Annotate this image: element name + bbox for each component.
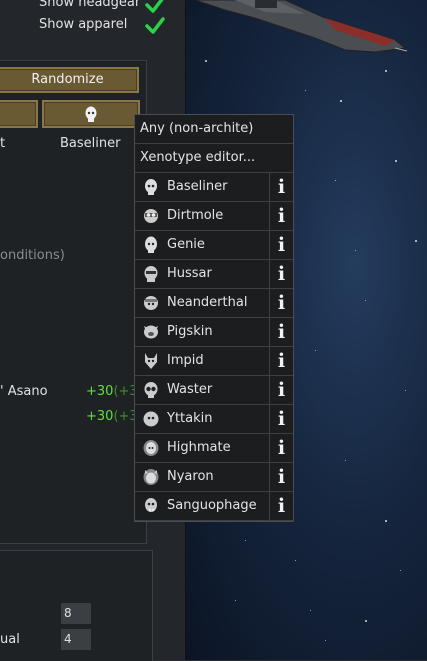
neanderthal-icon bbox=[144, 296, 158, 310]
info-icon[interactable]: i bbox=[269, 376, 293, 404]
xenotype-name: Nyaron bbox=[167, 469, 214, 484]
xenotype-name: Yttakin bbox=[167, 411, 213, 426]
info-icon[interactable]: i bbox=[269, 434, 293, 462]
nyaron-icon bbox=[143, 469, 159, 485]
pawn-details-box bbox=[0, 60, 147, 544]
menu-item-any-non-archite[interactable]: Any (non-archite) bbox=[135, 115, 293, 144]
info-icon[interactable]: i bbox=[269, 202, 293, 230]
star bbox=[405, 390, 406, 391]
star bbox=[415, 240, 417, 242]
menu-item-xenotype-editor[interactable]: Xenotype editor... bbox=[135, 144, 293, 173]
star bbox=[345, 460, 346, 461]
pigskin-icon bbox=[144, 325, 158, 339]
checkmark-icon[interactable] bbox=[144, 16, 166, 36]
xenotype-dropdown-menu: Any (non-archite) Xenotype editor... Bas… bbox=[134, 114, 294, 522]
star bbox=[205, 60, 207, 62]
star bbox=[365, 300, 366, 301]
menu-item-hussar[interactable]: Hussar i bbox=[135, 260, 293, 289]
menu-item-yttakin[interactable]: Yttakin i bbox=[135, 405, 293, 434]
skill-label: ual bbox=[0, 632, 20, 647]
impid-icon bbox=[145, 353, 157, 369]
xenotype-name: Baseliner bbox=[167, 179, 228, 194]
xenotype-select-button[interactable] bbox=[42, 100, 140, 128]
star bbox=[395, 160, 397, 162]
star bbox=[245, 540, 246, 541]
spaceship-hull bbox=[195, 0, 408, 53]
xenotype-name: Dirtmole bbox=[167, 208, 224, 223]
star bbox=[385, 70, 387, 72]
star bbox=[355, 250, 356, 251]
star bbox=[325, 640, 326, 641]
info-icon[interactable]: i bbox=[269, 318, 293, 346]
xenotype-button-partial[interactable] bbox=[0, 100, 38, 128]
xenotype-name: Sanguophage bbox=[167, 498, 257, 513]
yttakin-icon bbox=[143, 411, 159, 427]
menu-item-neanderthal[interactable]: Neanderthal i bbox=[135, 289, 293, 318]
highmate-icon bbox=[143, 440, 159, 456]
star bbox=[310, 610, 311, 611]
info-icon[interactable]: i bbox=[269, 260, 293, 288]
opinion-value: +30(+3 bbox=[86, 384, 138, 399]
menu-item-genie[interactable]: Genie i bbox=[135, 231, 293, 260]
toggle-label-headgear: Show headgear bbox=[39, 0, 141, 10]
menu-item-waster[interactable]: Waster i bbox=[135, 376, 293, 405]
toggle-label-apparel: Show apparel bbox=[39, 17, 128, 32]
xenotype-name: Highmate bbox=[167, 440, 231, 455]
info-icon[interactable]: i bbox=[269, 347, 293, 375]
xenotype-current-label: Baseliner bbox=[60, 136, 121, 151]
sanguophage-icon bbox=[145, 498, 157, 512]
star bbox=[340, 100, 342, 102]
randomize-button[interactable]: Randomize bbox=[0, 67, 139, 93]
conditions-label: onditions) bbox=[0, 248, 65, 263]
skill-value-field[interactable]: 4 bbox=[61, 629, 91, 650]
star bbox=[295, 560, 296, 561]
menu-item-baseliner[interactable]: Baseliner i bbox=[135, 173, 293, 202]
xenotype-name: Waster bbox=[167, 382, 213, 397]
menu-item-nyaron[interactable]: Nyaron i bbox=[135, 463, 293, 492]
opinion-main: +30 bbox=[86, 384, 114, 399]
xenotype-name: Hussar bbox=[167, 266, 212, 281]
skill-value-field[interactable]: 8 bbox=[61, 603, 91, 624]
hussar-icon bbox=[144, 266, 158, 282]
menu-item-sanguophage[interactable]: Sanguophage i bbox=[135, 492, 293, 521]
baseliner-icon bbox=[145, 179, 157, 195]
star bbox=[235, 600, 236, 601]
opinion-main: +30 bbox=[86, 409, 114, 424]
info-icon[interactable]: i bbox=[269, 405, 293, 433]
star bbox=[400, 570, 401, 571]
menu-item-dirtmole[interactable]: Dirtmole i bbox=[135, 202, 293, 231]
menu-item-pigskin[interactable]: Pigskin i bbox=[135, 318, 293, 347]
relation-name-label: ' Asano bbox=[0, 384, 48, 399]
star bbox=[365, 620, 367, 622]
star bbox=[315, 350, 316, 351]
opinion-value-2: +30(+3 bbox=[86, 409, 138, 424]
star bbox=[305, 90, 306, 91]
xenotype-name: Genie bbox=[167, 237, 205, 252]
info-icon[interactable]: i bbox=[269, 289, 293, 317]
info-icon[interactable]: i bbox=[269, 173, 293, 201]
menu-item-impid[interactable]: Impid i bbox=[135, 347, 293, 376]
waster-icon bbox=[144, 382, 158, 398]
info-icon[interactable]: i bbox=[269, 231, 293, 259]
checkmark-icon[interactable] bbox=[144, 0, 166, 15]
info-icon[interactable]: i bbox=[269, 463, 293, 491]
xenotype-name: Pigskin bbox=[167, 324, 213, 339]
xenotype-name: Impid bbox=[167, 353, 204, 368]
star bbox=[335, 180, 336, 181]
baseliner-icon bbox=[85, 106, 97, 122]
menu-item-highmate[interactable]: Highmate i bbox=[135, 434, 293, 463]
star bbox=[385, 520, 387, 522]
genie-icon bbox=[145, 236, 157, 253]
xenotype-partial-label: t bbox=[0, 136, 6, 151]
info-icon[interactable]: i bbox=[269, 492, 293, 520]
dirtmole-icon bbox=[144, 209, 158, 223]
xenotype-name: Neanderthal bbox=[167, 295, 248, 310]
